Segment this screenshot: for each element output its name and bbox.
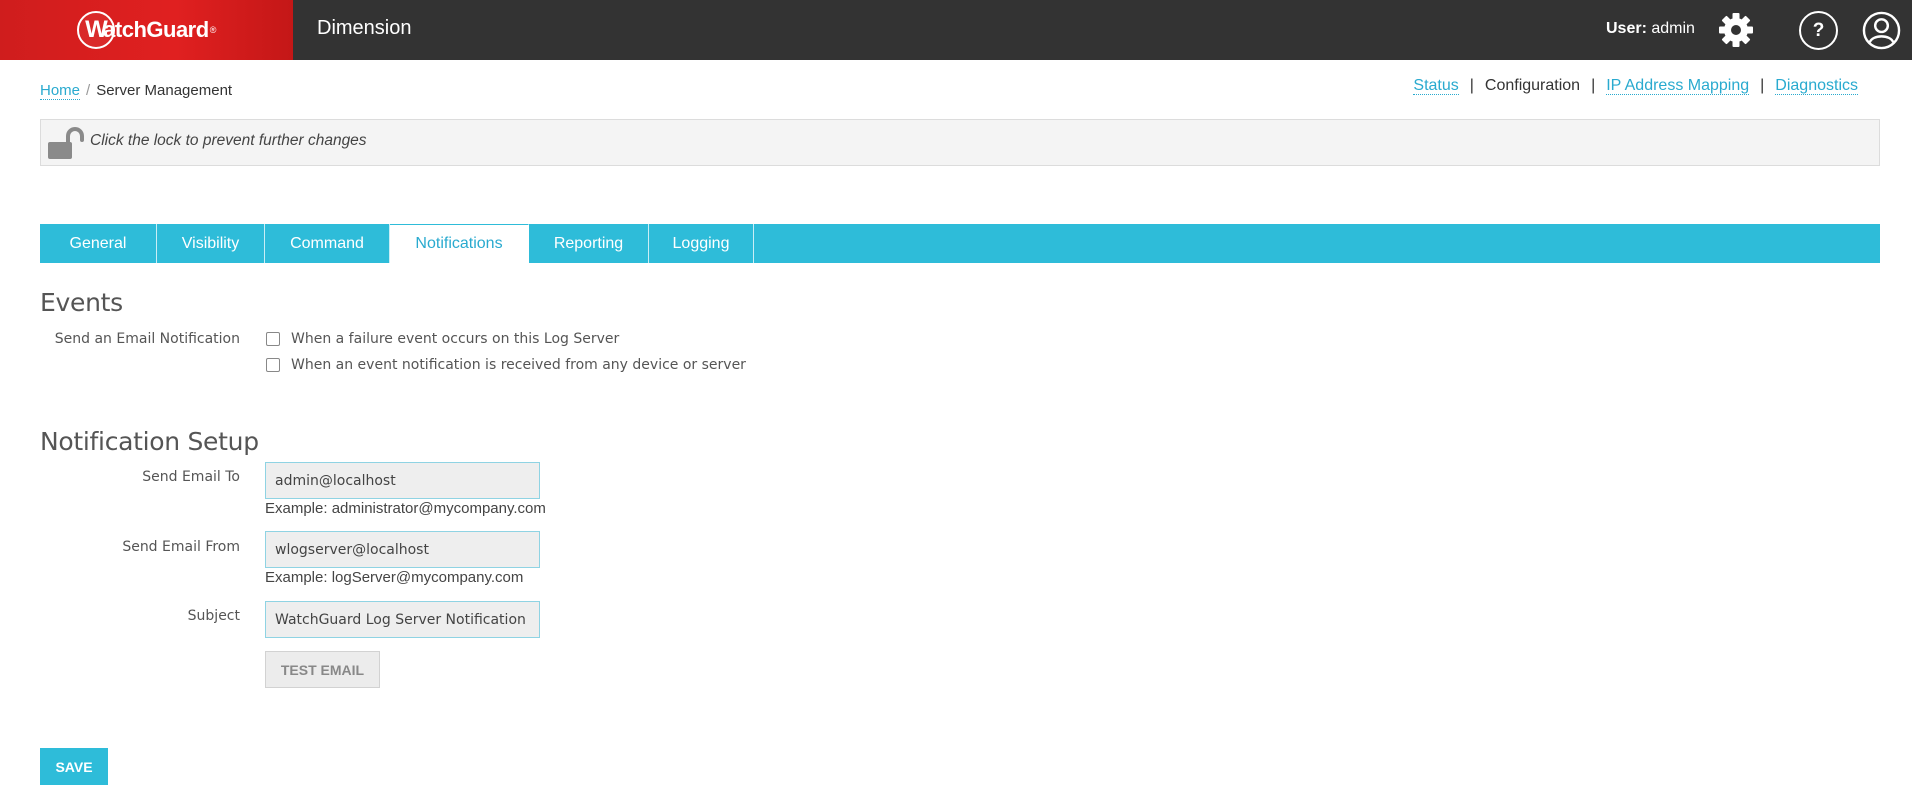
tab-notifications[interactable]: Notifications [390,224,529,263]
tab-general[interactable]: General [40,224,157,263]
test-email-button[interactable]: TEST EMAIL [265,651,380,688]
send-email-from-example: Example: logServer@mycompany.com [265,569,524,586]
send-email-from-label: Send Email From [122,539,240,555]
tab-bar: General Visibility Command Notifications… [40,224,1880,263]
subject-label: Subject [187,608,240,624]
watchguard-logo: W atchGuard ® [77,11,216,49]
gear-icon[interactable] [1716,10,1756,50]
breadcrumb-separator: / [86,82,91,99]
logo-wordmark: atchGuard [103,17,209,42]
events-heading: Events [40,288,123,317]
event-received-checkbox[interactable] [266,358,280,372]
send-email-from-input[interactable] [265,531,540,568]
link-separator: | [1469,77,1474,94]
status-link[interactable]: Status [1413,77,1459,95]
send-email-notification-label: Send an Email Notification [54,331,240,347]
brand-logo[interactable]: W atchGuard ® [0,0,293,60]
tab-logging[interactable]: Logging [649,224,754,263]
send-email-to-label: Send Email To [142,469,240,485]
send-email-to-input[interactable] [265,462,540,499]
app-title: Dimension [317,17,412,39]
user-prefix: User: [1606,20,1647,37]
link-separator: | [1591,77,1596,94]
configuration-current: Configuration [1484,77,1581,94]
top-bar: W atchGuard ® Dimension User: admin ? [0,0,1912,60]
tab-reporting[interactable]: Reporting [529,224,649,263]
unlocked-lock-icon[interactable] [46,127,86,161]
failure-event-checkbox[interactable] [266,332,280,346]
event-received-label: When an event notification is received f… [291,357,746,373]
breadcrumb: Home / Server Management [40,82,233,100]
ip-address-mapping-link[interactable]: IP Address Mapping [1606,77,1750,95]
notification-setup-heading: Notification Setup [40,427,259,456]
account-icon[interactable] [1862,11,1901,50]
failure-event-label: When a failure event occurs on this Log … [291,331,620,347]
link-separator: | [1760,77,1765,94]
failure-event-option: When a failure event occurs on this Log … [266,331,619,347]
send-email-to-example: Example: administrator@mycompany.com [265,500,546,517]
lock-message: Click the lock to prevent further change… [90,132,367,149]
breadcrumb-home-link[interactable]: Home [40,82,81,100]
breadcrumb-current: Server Management [96,82,233,99]
event-received-option: When an event notification is received f… [266,357,746,373]
user-name: admin [1651,20,1695,37]
help-icon[interactable]: ? [1799,11,1838,50]
save-button[interactable]: SAVE [40,748,108,785]
diagnostics-link[interactable]: Diagnostics [1775,77,1858,95]
user-label: User: admin [1606,20,1695,38]
lock-bar: Click the lock to prevent further change… [40,119,1880,166]
server-management-links: Status | Configuration | IP Address Mapping |… [1413,77,1858,95]
subject-input[interactable] [265,601,540,638]
tab-visibility[interactable]: Visibility [157,224,265,263]
tab-command[interactable]: Command [265,224,390,263]
